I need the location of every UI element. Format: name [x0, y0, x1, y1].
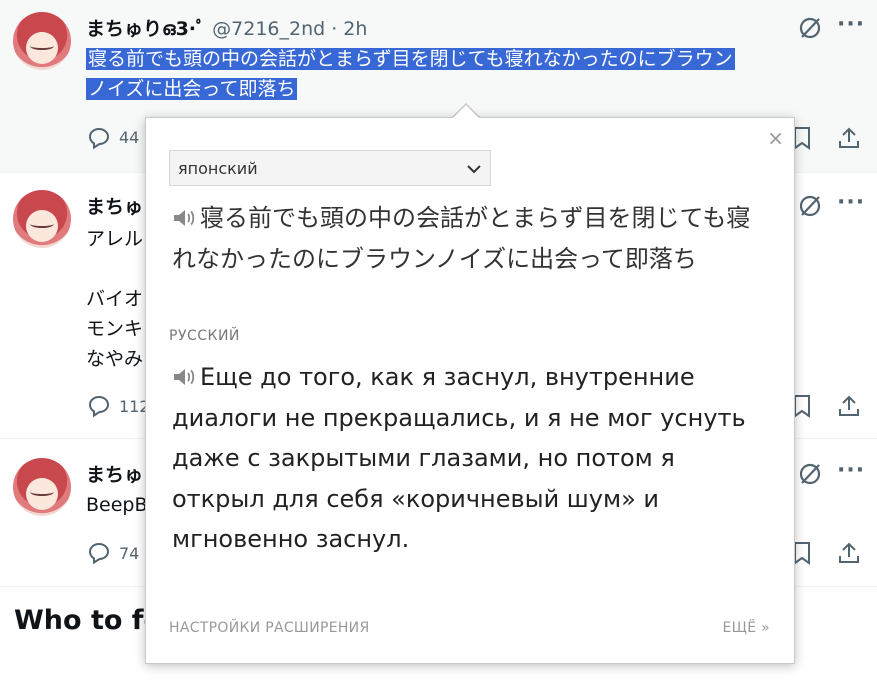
author-name[interactable]: まちゅりഒ3⋅ﾟ: [86, 18, 206, 40]
author-name[interactable]: まちゅ: [86, 460, 143, 487]
source-language-value: японский: [178, 158, 258, 178]
reply-count: 74: [119, 544, 140, 563]
grok-icon[interactable]: [796, 460, 824, 488]
share-icon[interactable]: [836, 125, 862, 151]
translated-text: Еще до того, как я заснул, внутренние ди…: [172, 363, 746, 553]
reply-icon[interactable]: [86, 125, 112, 151]
translation-popup: × японский 寝る前でも頭の中の会話がとまらず目を閉じても寝れなかったの…: [145, 117, 795, 664]
popup-arrow-fill: [453, 105, 479, 118]
more-icon[interactable]: ···: [837, 12, 865, 37]
post-author-line: まちゅりഒ3⋅ﾟ @7216_2nd · 2h: [86, 14, 367, 41]
post-text-line: なやみ: [86, 348, 144, 370]
avatar[interactable]: [13, 190, 71, 248]
reply-count: 44: [119, 128, 140, 147]
source-language-select[interactable]: японский: [169, 150, 491, 186]
post-text: アレル バイオ モンキ なやみ: [86, 224, 143, 374]
source-text: 寝る前でも頭の中の会話がとまらず目を閉じても寝れなかったのにブラウンノイズに出会…: [172, 204, 751, 273]
author-name[interactable]: まちゅ: [86, 192, 143, 219]
translated-text-block: Еще до того, как я заснул, внутренние ди…: [172, 357, 772, 560]
reply-icon[interactable]: [86, 540, 112, 566]
post-text: 寝る前でも頭の中の会話がとまらず目を閉じても寝れなかったのにブラウン ノイズに出…: [86, 44, 735, 104]
extension-settings-link[interactable]: НАСТРОЙКИ РАСШИРЕНИЯ: [169, 620, 369, 636]
post-text: BeepB: [86, 494, 148, 516]
grok-icon[interactable]: [796, 14, 824, 42]
source-text-block: 寝る前でも頭の中の会話がとまらず目を閉じても寝れなかったのにブラウンノイズに出会…: [172, 198, 762, 280]
reply-icon[interactable]: [86, 393, 112, 419]
chevron-down-icon: [466, 159, 482, 178]
post-text-line: バイオ: [86, 288, 144, 310]
post-text-line: モンキ: [86, 318, 144, 340]
speaker-icon[interactable]: [172, 200, 196, 226]
avatar[interactable]: [13, 12, 71, 70]
selected-text-line-1: 寝る前でも頭の中の会話がとまらず目を閉じても寝れなかったのにブラウン: [86, 48, 735, 70]
who-to-follow-heading: Who to fo: [14, 605, 163, 636]
more-link[interactable]: ЕЩЁ »: [722, 620, 770, 636]
close-icon[interactable]: ×: [767, 126, 784, 150]
share-icon[interactable]: [836, 540, 862, 566]
more-icon[interactable]: ···: [837, 190, 865, 215]
target-language-label: РУССКИЙ: [169, 328, 240, 344]
grok-icon[interactable]: [796, 192, 824, 220]
share-icon[interactable]: [836, 393, 862, 419]
author-handle[interactable]: @7216_2nd · 2h: [212, 18, 367, 40]
selected-text-line-2: ノイズに出会って即落ち: [86, 78, 298, 100]
avatar[interactable]: [13, 458, 71, 516]
post-text-line: アレル: [86, 228, 144, 250]
speaker-icon[interactable]: [172, 359, 196, 385]
more-icon[interactable]: ···: [837, 458, 865, 483]
